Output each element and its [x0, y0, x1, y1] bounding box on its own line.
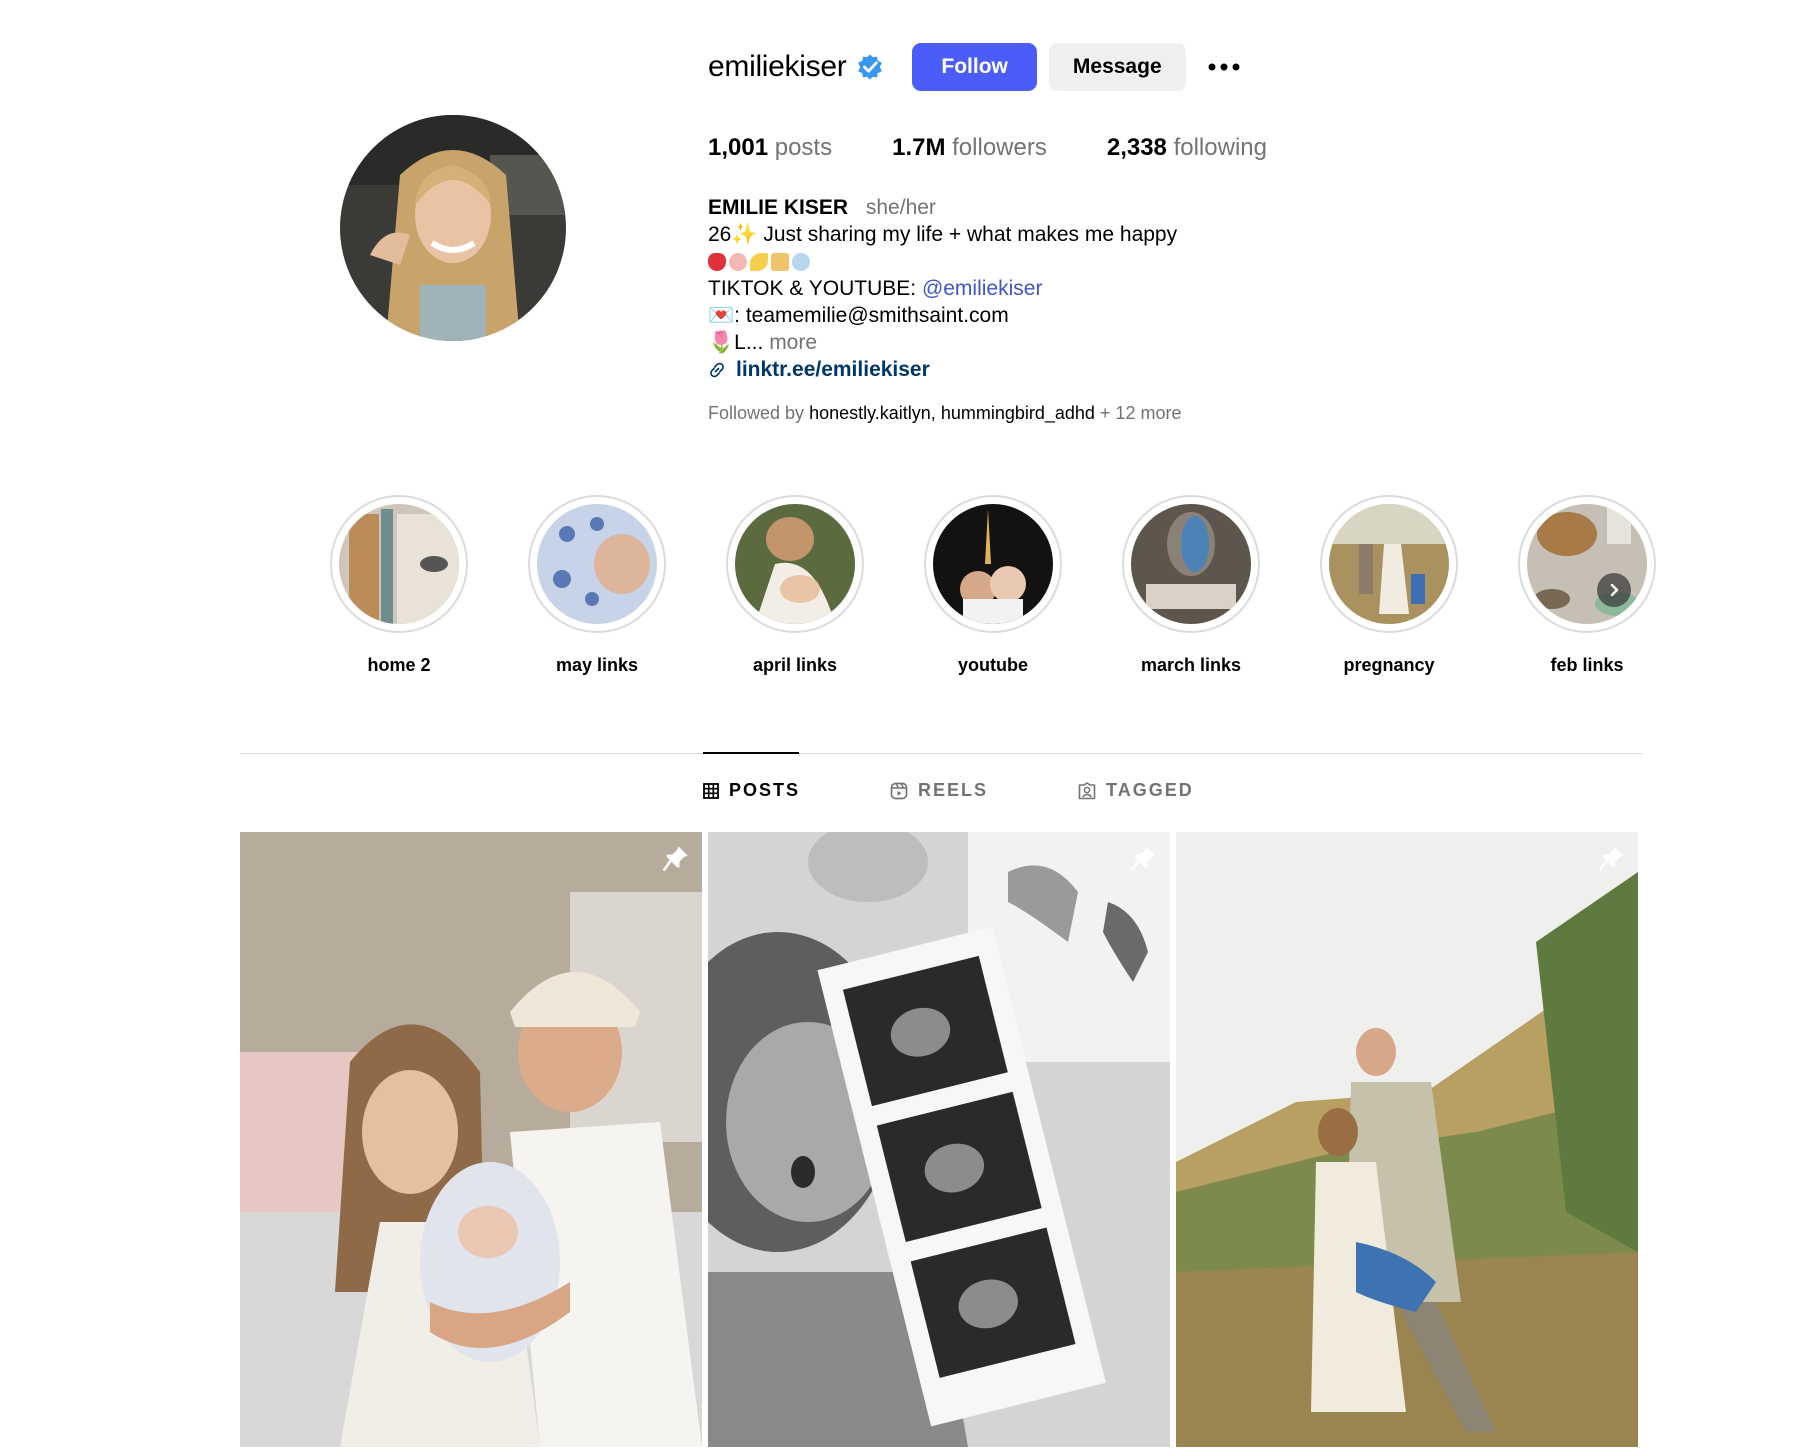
pinned-post-icon — [663, 846, 688, 871]
tab-label: POSTS — [729, 780, 801, 800]
profile-header-row: emiliekiser Follow Message — [708, 42, 1244, 92]
highlight-may-links[interactable]: may links — [498, 495, 696, 676]
highlight-cover — [1329, 504, 1449, 624]
message-button[interactable]: Message — [1048, 43, 1186, 91]
following-stat[interactable]: 2,338 following — [1107, 134, 1267, 162]
following-count: 2,338 — [1106, 134, 1167, 161]
story-highlights: home 2 may links april links youtube mar… — [300, 495, 1686, 676]
posts-label: posts — [774, 134, 833, 161]
highlight-ring — [528, 495, 666, 633]
post-photo — [1176, 832, 1638, 1447]
highlight-label: youtube — [958, 655, 1028, 675]
more-options-icon[interactable] — [1204, 47, 1244, 87]
highlight-cover — [339, 504, 459, 624]
highlight-cover — [1527, 504, 1647, 624]
tab-tagged[interactable]: TAGGED — [1078, 780, 1194, 801]
profile-tabs: POSTS REELS TAGGED — [703, 780, 1284, 801]
tab-label: TAGGED — [1106, 780, 1194, 800]
highlight-cover — [537, 504, 657, 624]
bio-link-text: linktr.ee/emiliekiser — [736, 358, 930, 381]
post-photo — [240, 832, 702, 1447]
profile-bio: EMILIE KISER she/her 26✨ Just sharing my… — [708, 194, 1408, 383]
highlight-label: may links — [555, 655, 639, 675]
grid-icon — [703, 782, 719, 799]
pinned-post-icon — [1131, 846, 1156, 871]
followed-by-separator: , — [930, 403, 941, 423]
reels-icon — [890, 782, 908, 799]
banana-icon — [750, 252, 768, 271]
post-tile[interactable] — [240, 832, 702, 1447]
tabs-divider — [240, 753, 1643, 754]
highlight-ring — [924, 495, 1062, 633]
post-tile[interactable] — [708, 832, 1170, 1447]
active-tab-indicator — [703, 752, 799, 754]
highlight-feb-links[interactable]: feb links — [1488, 495, 1686, 676]
followers-label: followers — [952, 134, 1047, 161]
posts-count: 1,001 — [708, 134, 769, 161]
highlight-youtube[interactable]: youtube — [894, 495, 1092, 676]
post-photo — [708, 832, 1170, 1447]
highlight-label: april links — [752, 655, 838, 675]
profile-stats: 1,001 posts 1.7M followers 2,338 followi… — [708, 134, 1327, 162]
followers-count: 1.7M — [892, 134, 946, 161]
highlight-label: home 2 — [367, 655, 431, 675]
highlight-pregnancy[interactable]: pregnancy — [1290, 495, 1488, 676]
highlight-ring — [1518, 495, 1656, 633]
avatar-photo — [340, 115, 566, 341]
followed-by[interactable]: Followed by honestly.kaitlyn, hummingbir… — [708, 403, 1181, 424]
tab-reels[interactable]: REELS — [890, 780, 988, 801]
bio-external-link[interactable]: linktr.ee/emiliekiser — [708, 356, 1408, 383]
highlight-cover — [735, 504, 855, 624]
strawberry-icon — [708, 252, 726, 271]
ballet-shoes-icon — [729, 252, 747, 271]
bio-emoji-line — [708, 248, 1408, 275]
highlight-label: march links — [1140, 655, 1242, 675]
highlight-home-2[interactable]: home 2 — [300, 495, 498, 676]
full-name: EMILIE KISER — [708, 196, 849, 219]
followed-by-user-1[interactable]: honestly.kaitlyn — [809, 403, 931, 423]
pinned-post-icon — [1599, 846, 1624, 871]
highlight-label: feb links — [1550, 655, 1624, 675]
verified-badge-icon — [858, 54, 883, 80]
bio-mention-link[interactable]: @emiliekiser — [922, 277, 1043, 300]
highlight-label: pregnancy — [1343, 655, 1435, 675]
highlight-ring — [330, 495, 468, 633]
highlight-ring — [726, 495, 864, 633]
highlight-cover — [1131, 504, 1251, 624]
chevron-right-icon — [1610, 583, 1619, 597]
posts-stat: 1,001 posts — [708, 134, 832, 162]
highlight-april-links[interactable]: april links — [696, 495, 894, 676]
followed-by-suffix: + 12 more — [1094, 403, 1182, 423]
follow-button[interactable]: Follow — [912, 43, 1037, 91]
highlight-ring — [1320, 495, 1458, 633]
pronouns: she/her — [865, 196, 936, 219]
tab-label: REELS — [918, 780, 989, 800]
highlight-ring — [1122, 495, 1260, 633]
link-icon — [710, 362, 724, 377]
cake-icon — [771, 252, 789, 271]
bio-more-button[interactable]: more — [769, 331, 817, 354]
bio-line-1: 26✨ Just sharing my life + what makes me… — [708, 223, 1178, 246]
following-label: following — [1173, 134, 1267, 161]
highlights-next-button[interactable] — [1597, 573, 1631, 607]
followers-stat[interactable]: 1.7M followers — [892, 134, 1047, 162]
bio-email-line: 💌: teamemilie@smithsaint.com — [708, 304, 1009, 327]
tab-posts[interactable]: POSTS — [703, 780, 800, 801]
highlight-cover — [933, 504, 1053, 624]
username: emiliekiser — [708, 50, 847, 83]
bio-line-5-text: 🌷L... — [708, 331, 764, 354]
profile-avatar[interactable] — [340, 115, 566, 341]
bio-line-5: 🌷L... more — [708, 329, 1408, 356]
fairy-icon — [792, 252, 810, 271]
bio-line-3: TIKTOK & YOUTUBE: @emiliekiser — [708, 275, 1408, 302]
followed-by-user-2[interactable]: hummingbird_adhd — [941, 403, 1095, 423]
tagged-icon — [1078, 781, 1096, 799]
bio-line-3-prefix: TIKTOK & YOUTUBE: — [708, 277, 922, 300]
highlight-march-links[interactable]: march links — [1092, 495, 1290, 676]
followed-by-prefix: Followed by — [708, 403, 810, 423]
post-tile[interactable] — [1176, 832, 1638, 1447]
posts-grid — [240, 832, 1638, 1447]
